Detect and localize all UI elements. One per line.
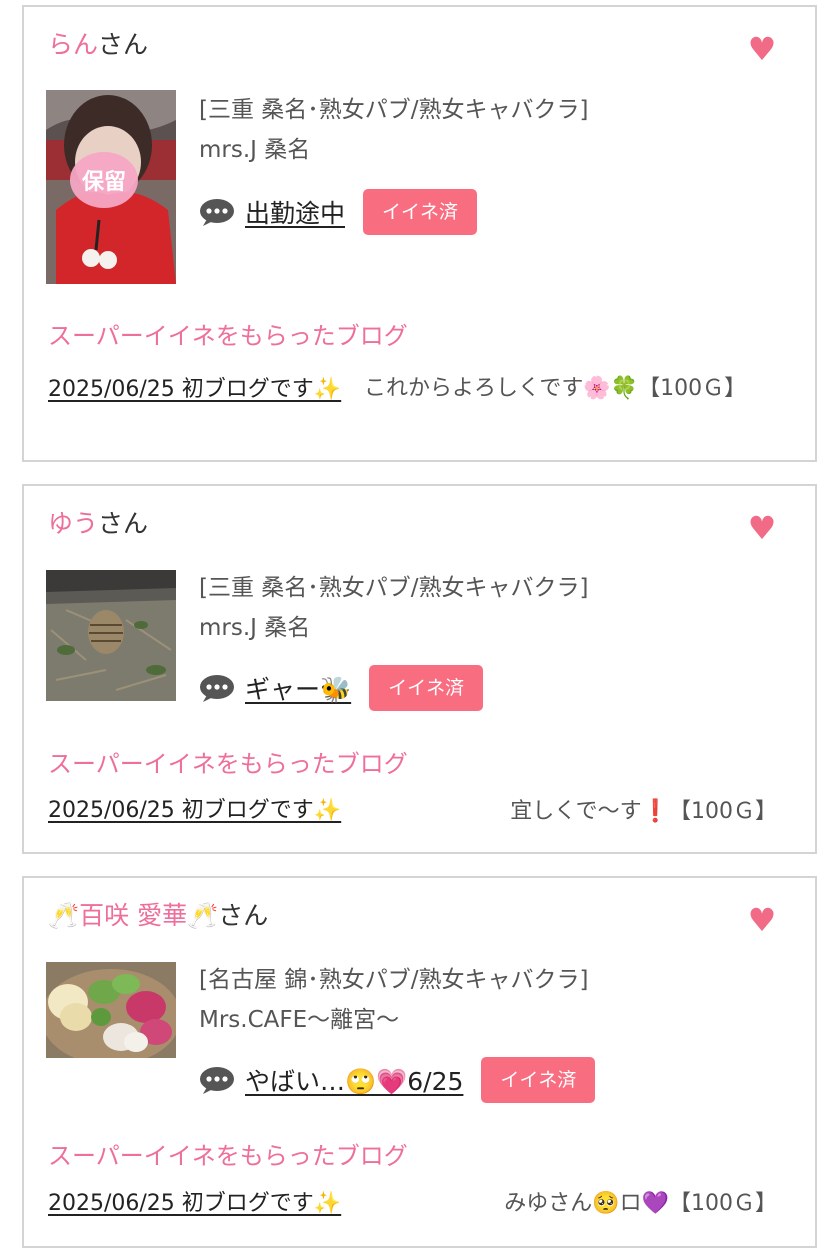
blog-line: 出勤途中 イイネ済	[199, 188, 478, 236]
girl-name[interactable]: ゆうさん	[48, 508, 148, 540]
name-suffix: さん	[98, 30, 149, 59]
shop-info: [三重 桑名･熟女パブ/熟女キャバクラ] mrs.J 桑名	[199, 568, 589, 648]
post-title-link[interactable]: 2025/06/25 初ブログです✨	[48, 1186, 341, 1222]
thumbnail-stamp: 保留	[81, 169, 126, 195]
name-mid: 🥂	[187, 901, 219, 930]
girl-thumbnail[interactable]	[46, 570, 176, 701]
shop-name[interactable]: mrs.J 桑名	[199, 608, 589, 648]
blog-line: やばい…🙄💗6/25 イイネ済	[199, 1056, 596, 1104]
thumbnail-photo: 保留	[46, 90, 176, 284]
shop-info: [名古屋 錦･熟女パブ/熟女キャバクラ] Mrs.CAFE〜離宮〜	[199, 960, 589, 1040]
super-like-comment: みゆさん🥺ロ💜【100Ｇ】	[504, 1191, 777, 1216]
heart-icon[interactable]: ♥	[747, 512, 777, 544]
thumbnail-photo	[46, 570, 176, 701]
shop-area: [三重 桑名･熟女パブ/熟女キャバクラ]	[199, 97, 589, 123]
speech-bubble-icon	[200, 1067, 234, 1094]
like-done-button[interactable]: イイネ済	[369, 665, 484, 711]
name-suffix: さん	[98, 509, 149, 538]
shop-area: [名古屋 錦･熟女パブ/熟女キャバクラ]	[199, 967, 589, 993]
girl-name[interactable]: 🥂百咲 愛華🥂さん	[48, 900, 268, 932]
blog-title-link[interactable]: 出勤途中	[245, 194, 345, 230]
super-like-label: スーパーイイネをもらったブログ	[48, 1142, 408, 1170]
post-title-link[interactable]: 2025/06/25 初ブログです✨	[48, 793, 341, 829]
shop-info: [三重 桑名･熟女パブ/熟女キャバクラ] mrs.J 桑名	[199, 90, 589, 170]
blog-title-link[interactable]: ギャー🐝	[245, 670, 351, 706]
shop-area: [三重 桑名･熟女パブ/熟女キャバクラ]	[199, 575, 589, 601]
heart-icon[interactable]: ♥	[747, 904, 777, 936]
super-like-comment: これからよろしくです🌸🍀【100Ｇ】	[364, 376, 747, 401]
girl-name-highlight[interactable]: ゆう	[48, 509, 98, 538]
speech-bubble-icon	[200, 675, 234, 702]
girl-thumbnail[interactable]: 保留	[46, 90, 176, 284]
girl-name[interactable]: らんさん	[48, 29, 148, 61]
speech-bubble-icon	[200, 199, 234, 226]
blog-title-link[interactable]: やばい…🙄💗6/25	[245, 1062, 463, 1098]
super-like-comment: 宜しくで〜す❗【100Ｇ】	[510, 799, 777, 824]
shop-name[interactable]: Mrs.CAFE〜離宮〜	[199, 1000, 589, 1040]
post-title-link[interactable]: 2025/06/25 初ブログです✨	[48, 372, 348, 408]
blog-line: ギャー🐝 イイネ済	[199, 664, 484, 712]
girl-card: 🥂百咲 愛華🥂さん ♥ [名古屋 錦･熟女パブ/熟女キャバクラ] Mrs.CAF…	[22, 876, 817, 1248]
name-suffix: さん	[218, 901, 269, 930]
thumbnail-photo	[46, 962, 176, 1058]
super-like-label: スーパーイイネをもらったブログ	[48, 322, 408, 350]
girl-name-highlight[interactable]: 百咲 愛華	[79, 901, 187, 930]
super-like-label: スーパーイイネをもらったブログ	[48, 750, 408, 778]
name-prefix: 🥂	[48, 901, 80, 930]
heart-icon[interactable]: ♥	[747, 33, 777, 65]
like-done-button[interactable]: イイネ済	[481, 1057, 596, 1103]
like-done-button[interactable]: イイネ済	[363, 189, 478, 235]
girl-card: らんさん ♥ 保留 [三重 桑名･熟女パブ/熟女キャバクラ] mrs.J 桑名	[22, 5, 817, 462]
girl-card: ゆうさん ♥ [三重 桑名･熟女パブ/熟女キャバクラ] mrs.J 桑名 ギャー…	[22, 484, 817, 854]
girl-name-highlight[interactable]: らん	[48, 30, 98, 59]
girl-thumbnail[interactable]	[46, 962, 176, 1058]
shop-name[interactable]: mrs.J 桑名	[199, 130, 589, 170]
